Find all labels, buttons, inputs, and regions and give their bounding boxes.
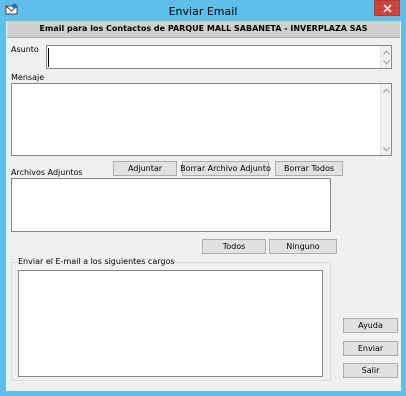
asunto-input[interactable]: [46, 45, 392, 69]
contacts-header-text: Email para los Contactos de PARQUE MALL …: [39, 24, 368, 33]
title-bar[interactable]: Enviar Email: [0, 0, 406, 21]
adjuntos-label: Archivos Adjuntos: [11, 168, 83, 177]
chevron-down-icon[interactable]: [381, 57, 392, 67]
todos-button[interactable]: Todos: [202, 239, 266, 254]
text-cursor: [48, 48, 49, 67]
close-button[interactable]: [374, 0, 400, 16]
adjuntar-button[interactable]: Adjuntar: [113, 161, 177, 176]
chevron-up-icon[interactable]: [381, 85, 392, 95]
email-dialog: Enviar Email Email para los Contactos de…: [0, 0, 406, 396]
salir-button[interactable]: Salir: [343, 363, 398, 378]
adjuntos-list[interactable]: [11, 178, 331, 232]
borrar-adjunto-button[interactable]: Borrar Archivo Adjunto: [180, 161, 271, 176]
asunto-label: Asunto: [11, 45, 39, 54]
chevron-down-icon[interactable]: [381, 144, 392, 154]
cargos-group: Enviar el E-mail a los siguientes cargos: [11, 257, 331, 381]
cargos-list[interactable]: [18, 270, 323, 377]
close-icon: [382, 3, 392, 13]
cargos-group-label: Enviar el E-mail a los siguientes cargos: [17, 257, 176, 266]
enviar-button[interactable]: Enviar: [343, 341, 398, 356]
asunto-scrollbar[interactable]: [380, 46, 391, 68]
chevron-up-icon[interactable]: [381, 47, 392, 57]
ayuda-button[interactable]: Ayuda: [343, 318, 398, 333]
contacts-header: Email para los Contactos de PARQUE MALL …: [7, 21, 400, 38]
mensaje-scrollbar[interactable]: [380, 84, 391, 155]
window-title: Enviar Email: [168, 5, 238, 18]
mensaje-label: Mensaje: [11, 73, 45, 82]
borrar-todos-button[interactable]: Borrar Todos: [275, 161, 343, 176]
ninguno-button[interactable]: Ninguno: [269, 239, 337, 254]
dialog-body: Email para los Contactos de PARQUE MALL …: [6, 21, 401, 391]
mensaje-textarea[interactable]: [11, 83, 392, 156]
